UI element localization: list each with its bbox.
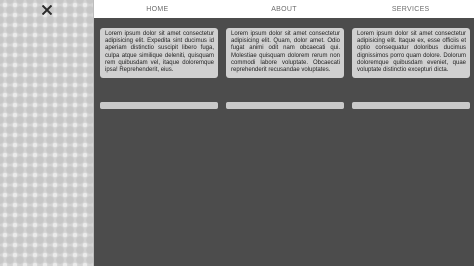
top-navigation: HOME ABOUT SERVICES: [94, 0, 474, 19]
placeholder-bar-3: [352, 102, 470, 109]
close-button[interactable]: [38, 2, 56, 18]
bar-row: [100, 102, 470, 109]
card-3: Lorem ipsum dolor sit amet consectetur a…: [352, 28, 470, 79]
nav-about[interactable]: ABOUT: [221, 0, 348, 18]
card-1: Lorem ipsum dolor sit amet consectetur a…: [100, 28, 218, 79]
sidebar: [0, 0, 94, 266]
card-3-text: Lorem ipsum dolor sit amet consectetur a…: [357, 31, 466, 74]
main-content: Lorem ipsum dolor sit amet consectetur a…: [94, 18, 474, 266]
placeholder-bar-2: [226, 102, 344, 109]
card-1-text: Lorem ipsum dolor sit amet consectetur a…: [105, 31, 214, 74]
placeholder-bar-1: [100, 102, 218, 109]
card-row: Lorem ipsum dolor sit amet consectetur a…: [100, 28, 470, 79]
card-2: Lorem ipsum dolor sit amet consectetur a…: [226, 28, 344, 79]
card-2-text: Lorem ipsum dolor sit amet consectetur a…: [231, 31, 340, 74]
close-icon: [42, 5, 52, 15]
nav-services[interactable]: SERVICES: [347, 0, 474, 18]
nav-home[interactable]: HOME: [94, 0, 221, 18]
